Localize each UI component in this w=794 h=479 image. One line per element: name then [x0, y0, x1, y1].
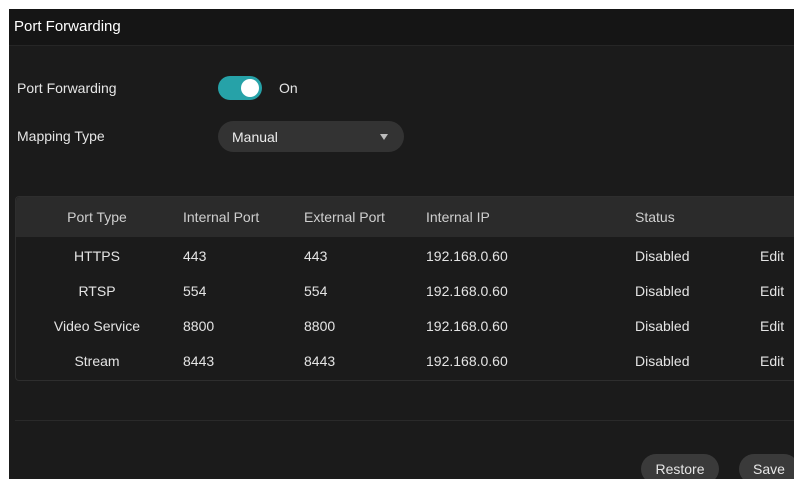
cell-internal-port: 554: [183, 283, 207, 299]
port-mapping-table: Port Type Internal Port External Port In…: [15, 196, 794, 381]
cell-internal-port: 443: [183, 248, 207, 264]
mapping-type-select[interactable]: Manual: [218, 121, 404, 152]
cell-port-type: HTTPS: [74, 248, 120, 264]
cell-internal-port: 8443: [183, 353, 215, 369]
port-forwarding-label: Port Forwarding: [17, 80, 117, 96]
cell-internal-ip: 192.168.0.60: [426, 353, 508, 369]
cell-external-port: 8800: [304, 318, 336, 334]
cell-internal-ip: 192.168.0.60: [426, 248, 508, 264]
cell-external-port: 554: [304, 283, 328, 299]
port-forwarding-toggle[interactable]: [218, 76, 262, 100]
page-title: Port Forwarding: [14, 18, 121, 35]
cell-port-type: Video Service: [53, 318, 141, 334]
cell-status: Disabled: [635, 353, 690, 369]
table-header: Port Type Internal Port External Port In…: [16, 197, 794, 237]
cell-external-port: 443: [304, 248, 328, 264]
cell-port-type: Stream: [74, 353, 120, 369]
header-external-port: External Port: [304, 209, 385, 225]
title-bar: Port Forwarding: [9, 9, 794, 46]
cell-status: Disabled: [635, 283, 690, 299]
cell-external-port: 8443: [304, 353, 336, 369]
cell-status: Disabled: [635, 318, 690, 334]
edit-button[interactable]: Edit: [760, 248, 784, 264]
edit-button[interactable]: Edit: [760, 353, 784, 369]
mapping-type-label: Mapping Type: [17, 128, 105, 144]
edit-button[interactable]: Edit: [760, 283, 784, 299]
cell-internal-port: 8800: [183, 318, 215, 334]
header-port-type: Port Type: [67, 209, 127, 225]
header-internal-ip: Internal IP: [426, 209, 490, 225]
chevron-down-icon: [380, 134, 388, 140]
edit-button[interactable]: Edit: [760, 318, 784, 334]
cell-port-type: RTSP: [78, 283, 116, 299]
port-forwarding-panel: Port Forwarding Port Forwarding On Mappi…: [9, 9, 794, 479]
header-internal-port: Internal Port: [183, 209, 260, 225]
mapping-type-value: Manual: [232, 129, 278, 145]
port-forwarding-state: On: [279, 80, 298, 96]
restore-button[interactable]: Restore: [641, 454, 719, 479]
footer-divider: [15, 420, 794, 421]
toggle-knob: [241, 79, 259, 97]
cell-internal-ip: 192.168.0.60: [426, 283, 508, 299]
save-button[interactable]: Save: [739, 454, 794, 479]
cell-status: Disabled: [635, 248, 690, 264]
cell-internal-ip: 192.168.0.60: [426, 318, 508, 334]
header-status: Status: [635, 209, 675, 225]
